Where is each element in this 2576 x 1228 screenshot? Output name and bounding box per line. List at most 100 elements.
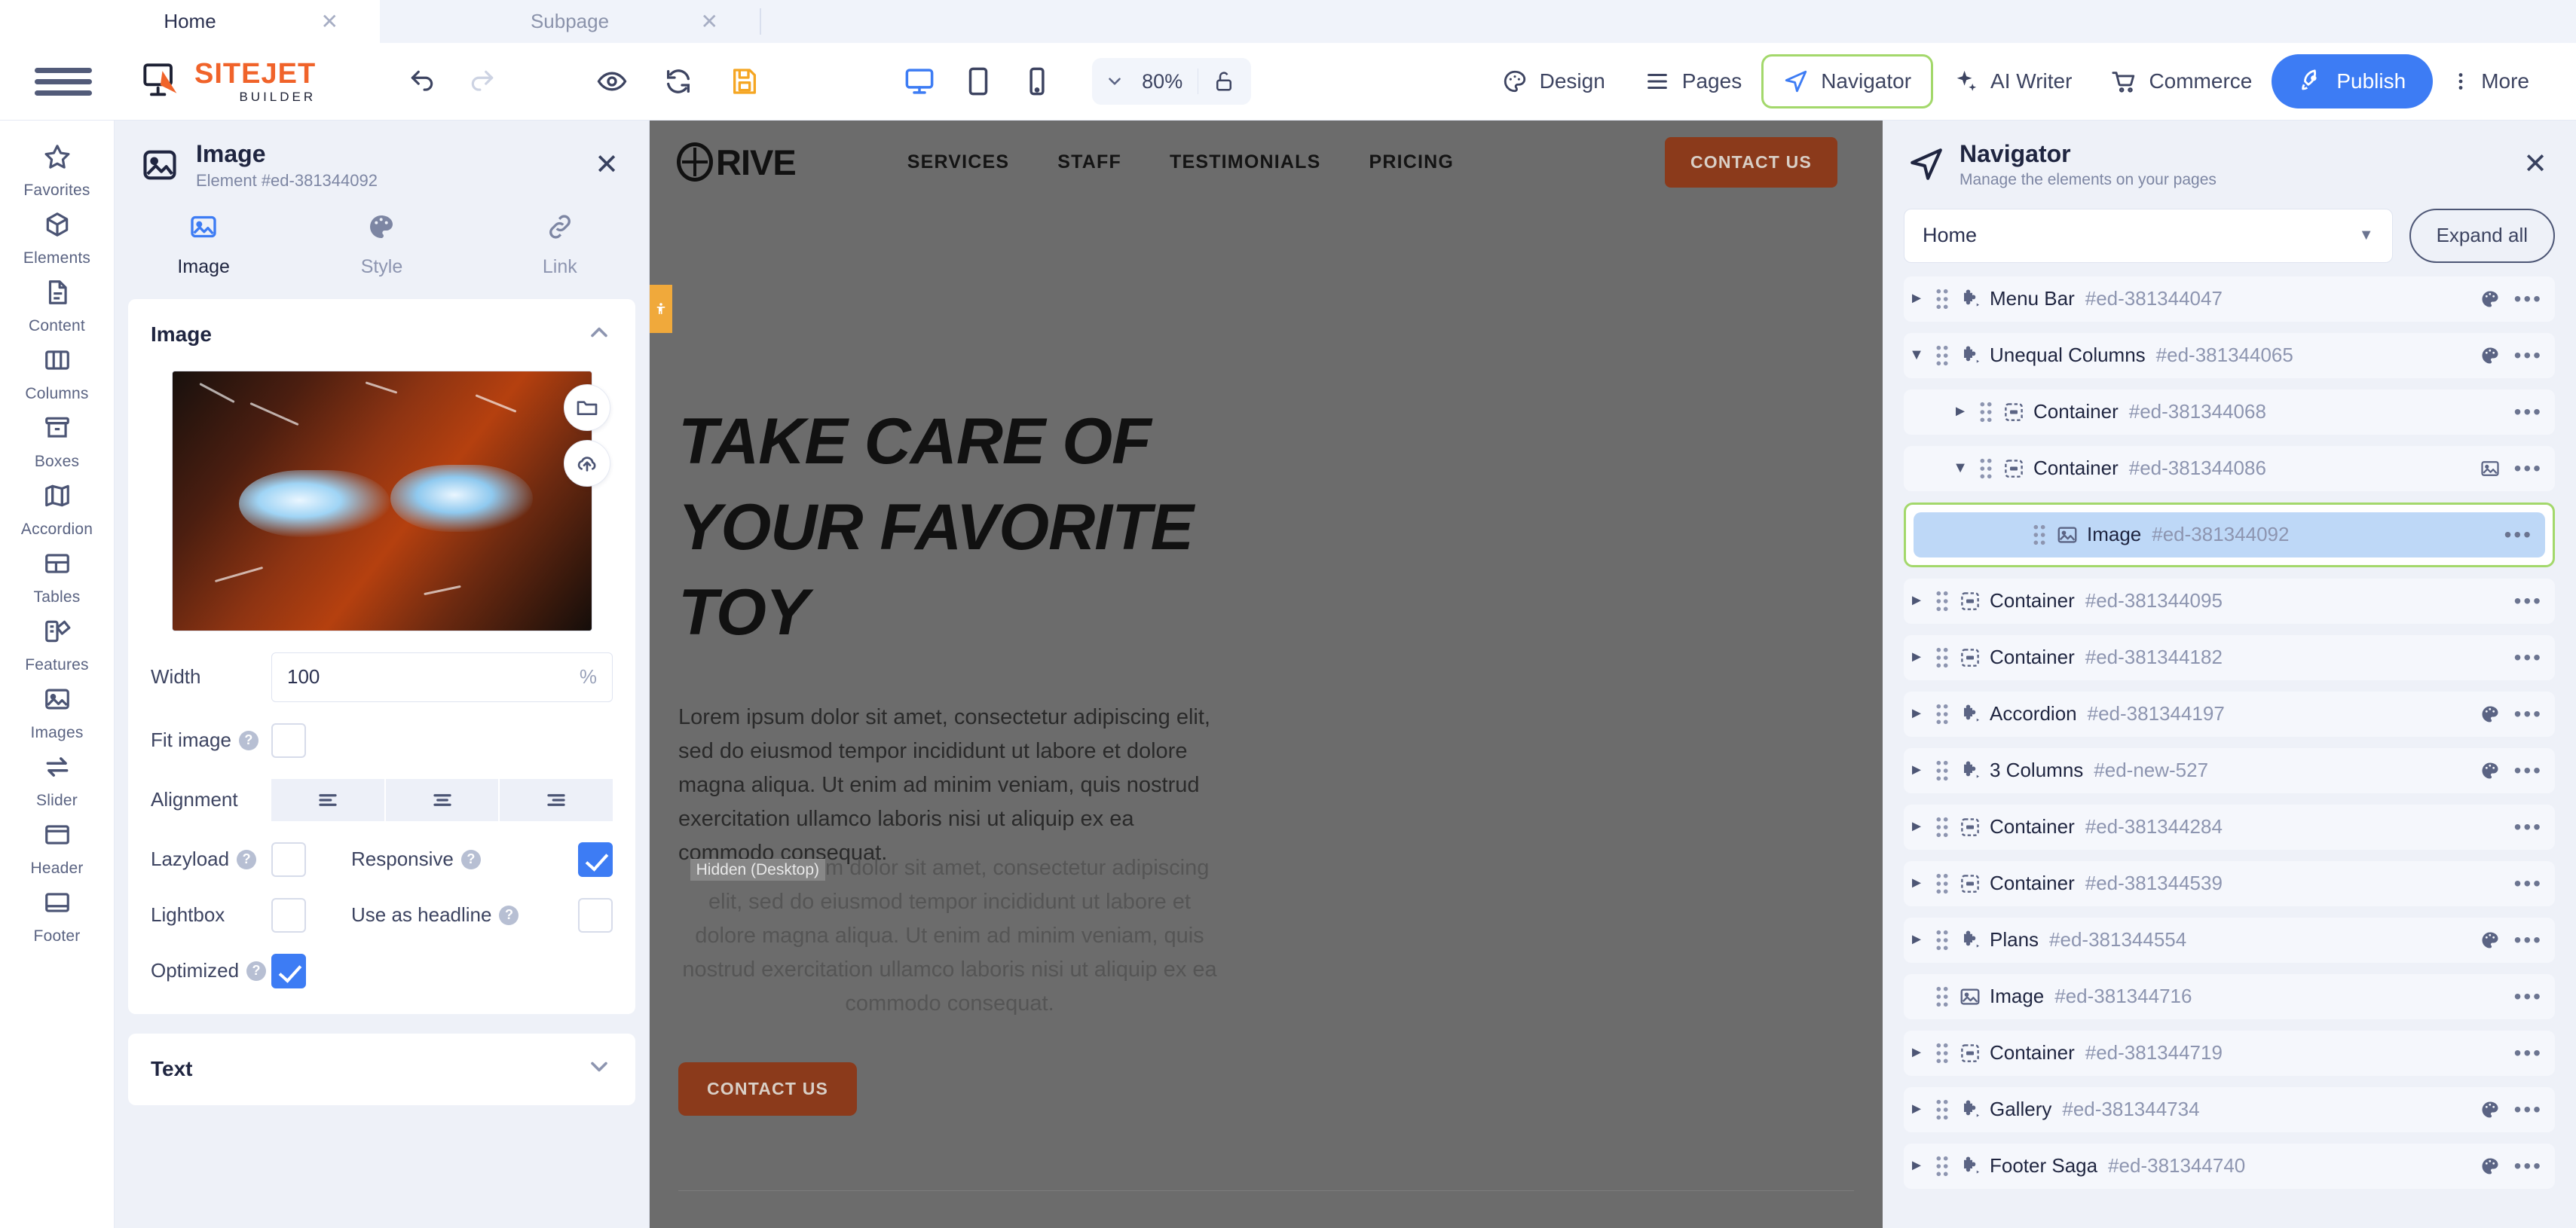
rail-item-header[interactable]: Header	[0, 815, 115, 883]
lightbox-checkbox[interactable]	[271, 897, 306, 933]
width-input[interactable]: 100 %	[271, 652, 613, 702]
tree-row-container[interactable]: ► Container #ed-381344284 •••	[1904, 804, 2555, 850]
optimized-checkbox[interactable]	[271, 953, 306, 988]
chevron-down-icon[interactable]	[1098, 72, 1131, 91]
tree-row-more-icon[interactable]: •••	[2514, 928, 2543, 952]
tree-row-container[interactable]: ► Container #ed-381344182 •••	[1904, 634, 2555, 680]
drag-handle-icon[interactable]	[1929, 1155, 1955, 1178]
navigator-close-icon[interactable]: ✕	[2516, 144, 2555, 185]
pages-button[interactable]: Pages	[1625, 54, 1761, 108]
caret-right-icon[interactable]: ►	[1904, 762, 1929, 779]
hero-paragraph-hidden[interactable]: Hidden (Desktop) m dolor sit amet, consec…	[678, 851, 1221, 1021]
unlock-icon[interactable]	[1203, 70, 1245, 93]
tree-row-more-icon[interactable]: •••	[2514, 1041, 2543, 1065]
tree-row-container[interactable]: ► Container #ed-381344539 •••	[1904, 860, 2555, 906]
tree-row-unequal-columns[interactable]: ▼ Unequal Columns #ed-381344065 •••	[1904, 332, 2555, 378]
lazyload-checkbox[interactable]	[271, 842, 306, 877]
menu-burger-icon[interactable]	[35, 67, 92, 96]
ai-writer-button[interactable]: AI Writer	[1933, 54, 2091, 108]
palette-icon[interactable]	[2480, 704, 2501, 725]
tab-home[interactable]: Home ✕	[0, 0, 380, 43]
drag-handle-icon[interactable]	[1929, 646, 1955, 669]
tree-row-image[interactable]: ►Image#ed-381344716•••	[1904, 973, 2555, 1019]
tree-row-more-icon[interactable]: •••	[2514, 815, 2543, 839]
caret-right-icon[interactable]: ►	[1947, 403, 1973, 420]
rail-item-columns[interactable]: Columns	[0, 341, 115, 408]
tree-row-more-icon[interactable]: •••	[2514, 985, 2543, 1009]
chevron-up-icon[interactable]	[586, 319, 613, 351]
tablet-icon[interactable]	[955, 58, 1002, 105]
palette-icon[interactable]	[2480, 1099, 2501, 1120]
rail-item-features[interactable]: Features	[0, 612, 115, 680]
tree-row-more-icon[interactable]: •••	[2514, 589, 2543, 613]
drag-handle-icon[interactable]	[1929, 703, 1955, 725]
rail-item-footer[interactable]: Footer	[0, 883, 115, 951]
tree-row-more-icon[interactable]: •••	[2514, 344, 2543, 368]
publish-button[interactable]: Publish	[2272, 54, 2434, 108]
tree-row-more-icon[interactable]: •••	[2504, 523, 2533, 547]
design-button[interactable]: Design	[1482, 54, 1625, 108]
image-icon[interactable]	[2480, 458, 2501, 479]
caret-right-icon[interactable]: ►	[1904, 290, 1929, 307]
tree-row-accordion[interactable]: ► Accordion #ed-381344197 •••	[1904, 691, 2555, 737]
folder-icon[interactable]	[563, 383, 610, 431]
palette-icon[interactable]	[2480, 930, 2501, 951]
drag-handle-icon[interactable]	[1929, 590, 1955, 612]
tab-link[interactable]: Link	[471, 212, 649, 284]
tree-row-more-icon[interactable]: •••	[2514, 872, 2543, 896]
rail-item-accordion[interactable]: Accordion	[0, 476, 115, 544]
site-logo[interactable]: RIVE	[677, 142, 797, 183]
drag-handle-icon[interactable]	[1973, 401, 1999, 423]
refresh-icon[interactable]	[655, 58, 702, 105]
nav-staff[interactable]: STAFF	[1057, 151, 1121, 173]
rail-item-boxes[interactable]: Boxes	[0, 408, 115, 476]
redo-icon[interactable]	[459, 58, 506, 105]
caret-down-icon[interactable]: ▼	[1947, 460, 1973, 477]
desktop-icon[interactable]	[896, 58, 943, 105]
page-select[interactable]: Home ▼	[1904, 208, 2393, 263]
help-icon[interactable]: ?	[237, 849, 257, 869]
tree-row-container[interactable]: ▼ Container #ed-381344086 •••	[1904, 445, 2555, 491]
caret-down-icon[interactable]: ▼	[1904, 347, 1929, 364]
tree-row-menu-bar[interactable]: ► Menu Bar #ed-381344047 •••	[1904, 276, 2555, 322]
drag-handle-icon[interactable]	[1929, 344, 1955, 367]
zoom-control[interactable]: 80%	[1092, 58, 1252, 105]
navigator-button[interactable]: Navigator	[1761, 54, 1934, 108]
hero-contact-button[interactable]: CONTACT US	[678, 1062, 858, 1116]
drag-handle-icon[interactable]	[1929, 816, 1955, 839]
drag-handle-icon[interactable]	[1929, 1098, 1955, 1121]
hero-paragraph[interactable]: Lorem ipsum dolor sit amet, consectetur …	[678, 701, 1221, 870]
expand-all-button[interactable]: Expand all	[2409, 208, 2555, 263]
tree-row-more-icon[interactable]: •••	[2514, 287, 2543, 311]
website-canvas[interactable]: RIVE SERVICES STAFF TESTIMONIALS PRICING…	[650, 121, 1883, 1228]
tab-image[interactable]: Image	[115, 212, 292, 284]
tree-row-container[interactable]: ► Container #ed-381344095 •••	[1904, 578, 2555, 624]
tree-row-more-icon[interactable]: •••	[2514, 457, 2543, 481]
nav-services[interactable]: SERVICES	[907, 151, 1010, 173]
help-icon[interactable]: ?	[460, 849, 481, 869]
text-section-header[interactable]: Text	[128, 1034, 635, 1105]
palette-icon[interactable]	[2480, 345, 2501, 366]
rail-item-images[interactable]: Images	[0, 680, 115, 747]
tree-row-more-icon[interactable]: •••	[2514, 646, 2543, 670]
drag-handle-icon[interactable]	[1929, 759, 1955, 782]
nav-testimonials[interactable]: TESTIMONIALS	[1170, 151, 1321, 173]
rail-item-favorites[interactable]: Favorites	[0, 137, 115, 205]
caret-right-icon[interactable]: ►	[1904, 931, 1929, 948]
preview-eye-icon[interactable]	[589, 58, 635, 105]
drag-handle-icon[interactable]	[1929, 288, 1955, 310]
tree-row-container[interactable]: ► Container #ed-381344719 •••	[1904, 1030, 2555, 1076]
tree-row-more-icon[interactable]: •••	[2514, 400, 2543, 424]
tree-row-more-icon[interactable]: •••	[2514, 1154, 2543, 1178]
tree-row-footer-saga[interactable]: ► Footer Saga #ed-381344740 •••	[1904, 1143, 2555, 1189]
tree-row-more-icon[interactable]: •••	[2514, 759, 2543, 783]
caret-right-icon[interactable]: ►	[1904, 818, 1929, 835]
save-icon[interactable]	[721, 58, 768, 105]
align-right-icon[interactable]	[500, 778, 613, 821]
rail-item-slider[interactable]: Slider	[0, 747, 115, 815]
caret-right-icon[interactable]: ►	[1904, 592, 1929, 609]
nav-pricing[interactable]: PRICING	[1369, 151, 1454, 173]
commerce-button[interactable]: Commerce	[2091, 54, 2272, 108]
drag-handle-icon[interactable]	[1929, 872, 1955, 895]
tree-row-plans[interactable]: ► Plans #ed-381344554 •••	[1904, 917, 2555, 963]
